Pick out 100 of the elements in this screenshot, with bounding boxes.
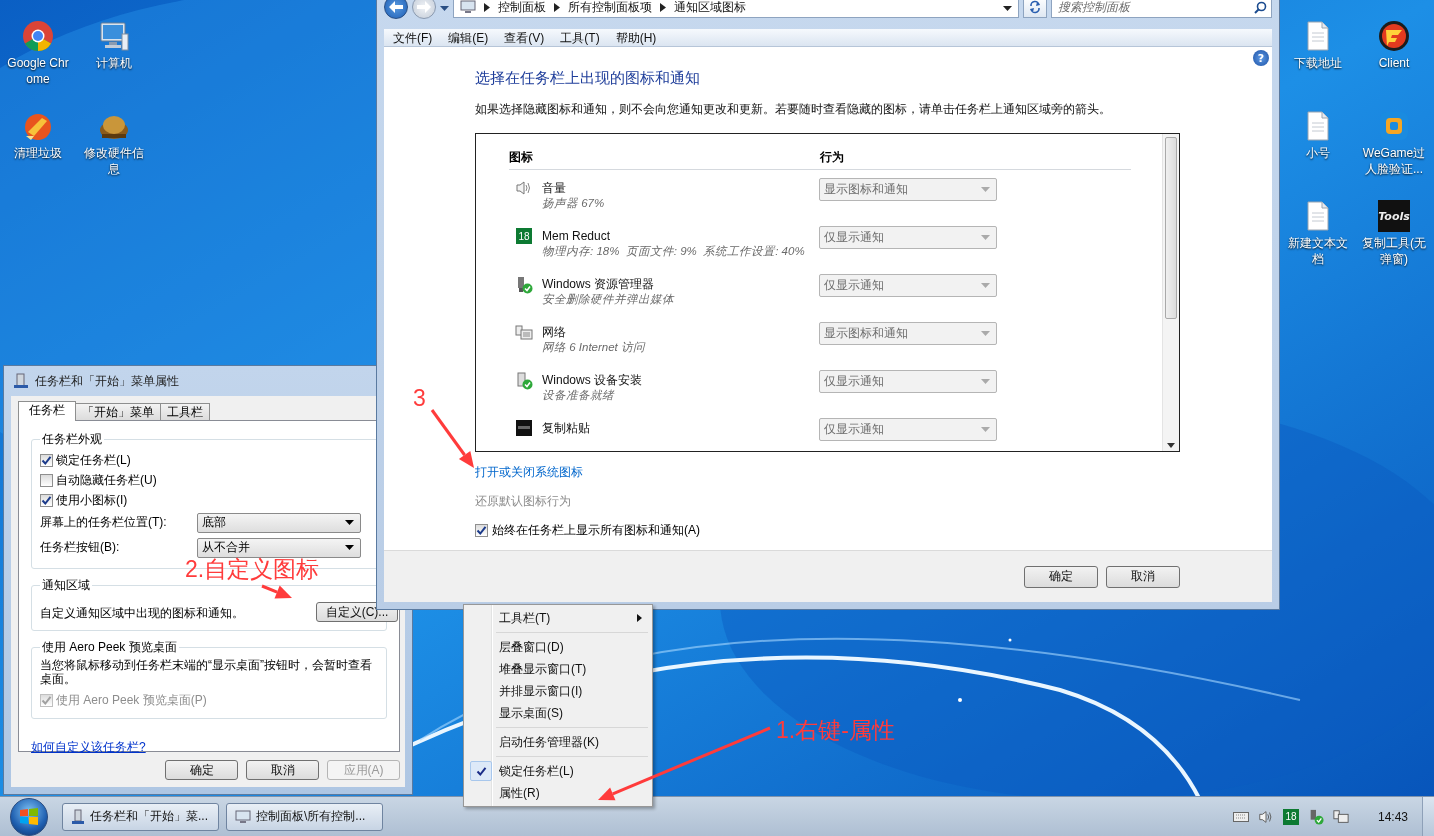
dropdown[interactable]: 底部	[197, 512, 361, 533]
icon-name: Windows 资源管理器	[542, 276, 655, 292]
desktop-shortcut[interactable]: 小号	[1282, 108, 1354, 192]
menu-item[interactable]: 工具栏(T)	[466, 607, 650, 629]
usb-icon	[515, 276, 533, 294]
tab[interactable]: 工具栏	[160, 403, 210, 420]
keyboard-icon[interactable]	[1232, 811, 1249, 822]
checkbox[interactable]	[40, 453, 53, 467]
chevron-icon	[484, 2, 490, 12]
search-field[interactable]: 搜索控制面板	[1051, 0, 1272, 18]
search-input[interactable]: 搜索控制面板	[1056, 0, 1254, 15]
column-header: 行为	[820, 149, 844, 166]
caret-icon	[345, 520, 354, 525]
refresh-button[interactable]	[1023, 0, 1047, 18]
icon-name: Mem Reduct	[542, 228, 612, 244]
menu-item[interactable]: 查看(V)	[496, 28, 553, 47]
taskbar-settings-icon	[71, 808, 85, 825]
caret-icon	[345, 545, 354, 550]
caret-icon	[981, 331, 990, 336]
checkbox[interactable]	[475, 524, 488, 537]
dropdown[interactable]: 从不合并	[197, 537, 361, 558]
desktop-shortcut[interactable]: WeGame过人脸验证...	[1358, 108, 1430, 192]
checkbox[interactable]	[40, 493, 53, 507]
search-icon	[1254, 0, 1267, 14]
submenu-arrow-icon	[637, 614, 642, 622]
icon-description: 网络 6 Internet 访问	[542, 340, 645, 355]
caret-icon	[981, 427, 990, 432]
link: 还原默认图标行为	[475, 493, 571, 509]
caret-icon	[1003, 6, 1012, 11]
menu-item[interactable]: 编辑(E)	[440, 28, 497, 47]
desktop-shortcut[interactable]: Client	[1358, 18, 1430, 102]
checkmark-icon	[470, 761, 492, 781]
start-button[interactable]	[10, 797, 48, 836]
annotation-arrow	[261, 584, 292, 599]
behavior-dropdown[interactable]: 显示图标和通知	[819, 322, 997, 345]
dialog-button[interactable]: 取消	[1106, 565, 1180, 588]
behavior-dropdown[interactable]: 仅显示通知	[819, 274, 997, 297]
dialog-button[interactable]: 取消	[246, 760, 319, 780]
menu-item[interactable]: 堆叠显示窗口(T)	[466, 658, 650, 680]
desktop-shortcut[interactable]: Google Chrome	[2, 18, 74, 102]
field-label: 任务栏按钮(B):	[40, 539, 121, 556]
checkbox-label: 始终在任务栏上显示所有图标和通知(A)	[492, 522, 700, 539]
address-bar[interactable]: 控制面板 所有控制面板项 通知区域图标	[453, 0, 1019, 18]
annotation-text: 2.自定义图标	[185, 556, 320, 582]
desktop-shortcut[interactable]: 修改硬件信息	[78, 108, 150, 192]
tools-icon: Tools	[1378, 200, 1410, 232]
menu-item[interactable]: 启动任务管理器(K)	[466, 731, 650, 753]
menu-item[interactable]: 帮助(H)	[607, 28, 665, 47]
description-text: 如果选择隐藏图标和通知，则不会向您通知更改和更新。若要随时查看隐藏的图标，请单击任务栏上通知区域旁的箭头。	[475, 101, 1111, 118]
checkbox[interactable]	[40, 473, 53, 487]
icon-description: 扬声器 67%	[542, 196, 605, 211]
icon-name: 音量	[542, 180, 567, 196]
back-button[interactable]	[384, 0, 408, 19]
tab[interactable]: 「开始」菜单	[75, 403, 161, 420]
tab[interactable]: 任务栏	[18, 401, 76, 421]
speaker-icon	[515, 180, 533, 196]
windows-logo-icon	[19, 806, 39, 827]
desktop-shortcut[interactable]: 清理垃圾	[2, 108, 74, 192]
menu-item[interactable]: 显示桌面(S)	[466, 702, 650, 724]
page-heading: 选择在任务栏上出现的图标和通知	[475, 68, 700, 88]
desktop-shortcut[interactable]: 新建文本文档	[1282, 198, 1354, 282]
icon-description: 安全删除硬件并弹出媒体	[542, 292, 674, 307]
memory-icon[interactable]: 18	[1282, 808, 1299, 825]
dialog-button[interactable]: 确定	[165, 760, 238, 780]
help-icon[interactable]: ?	[1253, 50, 1269, 66]
menu-item[interactable]: 工具(T)	[552, 28, 608, 47]
caret-icon	[981, 187, 990, 192]
speaker-icon[interactable]	[1257, 808, 1274, 825]
taskbar-button[interactable]: 控制面板\所有控制...	[226, 802, 383, 831]
menu-item[interactable]: 锁定任务栏(L)	[466, 760, 650, 782]
menu-item[interactable]: 属性(R)	[466, 782, 650, 804]
link[interactable]: 打开或关闭系统图标	[475, 464, 583, 480]
scrollbar[interactable]	[1162, 134, 1179, 451]
breadcrumb-item[interactable]: 所有控制面板项	[568, 0, 652, 16]
behavior-dropdown[interactable]: 仅显示通知	[819, 418, 997, 441]
caret-icon	[981, 379, 990, 384]
behavior-dropdown[interactable]: 仅显示通知	[819, 226, 997, 249]
desktop-shortcut[interactable]: Tools 复制工具(无弹窗)	[1358, 198, 1430, 282]
clock[interactable]: 14:43	[1377, 809, 1408, 824]
computer-icon	[98, 20, 130, 52]
dialog-button[interactable]: 确定	[1024, 565, 1098, 588]
menu-item[interactable]: 文件(F)	[385, 28, 441, 47]
behavior-dropdown[interactable]: 显示图标和通知	[819, 178, 997, 201]
scroll-down-icon[interactable]	[1167, 443, 1175, 448]
taskbar-button[interactable]: 任务栏和「开始」菜...	[62, 802, 219, 831]
menu-item[interactable]: 层叠窗口(D)	[466, 636, 650, 658]
arrow-left-icon	[389, 1, 403, 13]
network-icon	[515, 324, 533, 342]
chevron-icon	[660, 2, 666, 12]
breadcrumb-item[interactable]: 通知区域图标	[674, 0, 746, 16]
network-icon[interactable]	[1332, 808, 1349, 825]
help-link[interactable]: 如何自定义该任务栏?	[31, 739, 146, 756]
breadcrumb-item[interactable]: 控制面板	[498, 0, 546, 16]
desktop-shortcut[interactable]: 计算机	[78, 18, 150, 102]
checkbox-label: 使用 Aero Peek 预览桌面(P)	[56, 691, 207, 709]
menu-item[interactable]: 并排显示窗口(I)	[466, 680, 650, 702]
checkbox-label: 锁定任务栏(L)	[56, 451, 131, 469]
annotation-text: 1.右键-属性	[776, 717, 895, 743]
behavior-dropdown[interactable]: 仅显示通知	[819, 370, 997, 393]
window-title: 任务栏和「开始」菜单属性	[35, 372, 179, 390]
